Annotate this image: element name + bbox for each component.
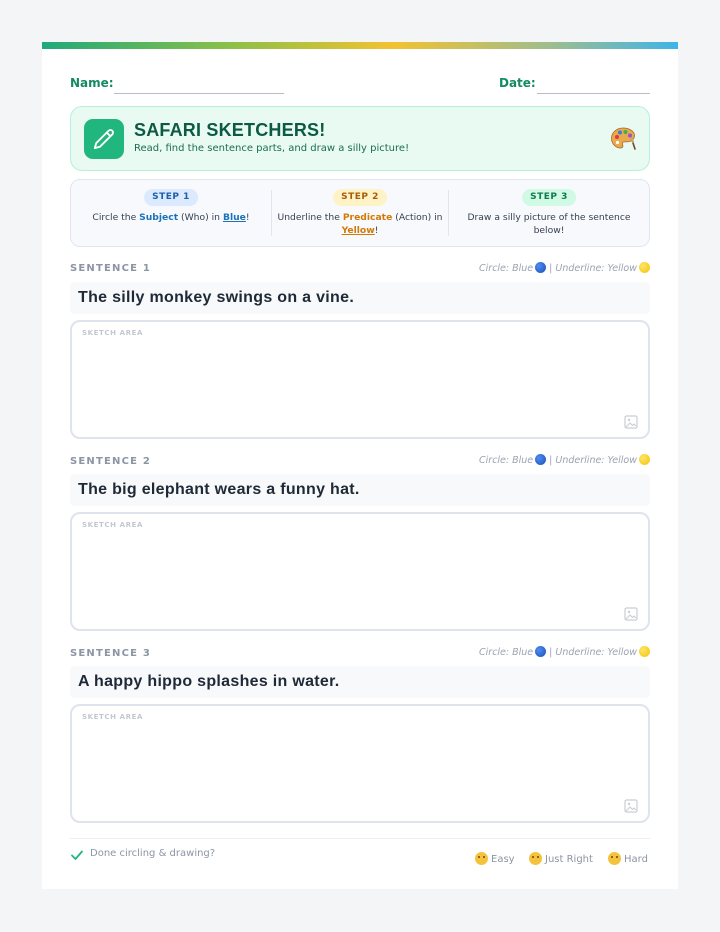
predicate-highlight: Predicate	[342, 212, 393, 223]
date-label: Date:	[499, 76, 536, 90]
sentence-3-hint: Circle: Blue | Underline: Yellow	[479, 646, 650, 658]
sketch-area-1[interactable]: SKETCH AREA	[70, 320, 650, 439]
step-2-badge: STEP 2	[333, 189, 387, 206]
step-2-text: Underline the Predicate (Action) in Yell…	[277, 212, 443, 236]
subject-highlight: Subject	[139, 212, 179, 223]
image-icon	[624, 799, 638, 813]
step-1-badge: STEP 1	[144, 189, 198, 206]
sentence-2-text[interactable]: The big elephant wears a funny hat.	[70, 474, 650, 506]
sketch-area-2[interactable]: SKETCH AREA	[70, 512, 650, 631]
checkmark-icon	[71, 850, 83, 860]
sketch-area-label: SKETCH AREA	[82, 521, 144, 529]
sentence-2-hint: Circle: Blue | Underline: Yellow	[479, 454, 650, 466]
yellow-circle-icon	[639, 454, 650, 465]
name-date-row: Name: Date:	[70, 75, 650, 97]
step-2: STEP 2 Underline the Predicate (Action) …	[272, 180, 448, 246]
sentence-3-label: SENTENCE 3	[70, 648, 152, 659]
rating-just-right[interactable]: Just Right	[529, 847, 593, 865]
sentence-2-label: SENTENCE 2	[70, 456, 152, 467]
sentence-1-text[interactable]: The silly monkey swings on a vine.	[70, 282, 650, 314]
blue-circle-icon	[535, 454, 547, 465]
neutral-face-icon	[529, 852, 542, 865]
step-1: STEP 1 Circle the Subject (Who) in Blue!	[71, 180, 271, 246]
page-subtitle: Read, find the sentence parts, and draw …	[134, 143, 410, 154]
step-3: STEP 3 Draw a silly picture of the sente…	[449, 180, 649, 246]
date-field-line[interactable]	[537, 93, 650, 94]
top-gradient-bar	[42, 42, 678, 49]
name-label: Name:	[70, 76, 114, 90]
done-text: Done circling & drawing?	[90, 848, 216, 859]
sketch-area-3[interactable]: SKETCH AREA	[70, 704, 650, 823]
sentence-3-text[interactable]: A happy hippo splashes in water.	[70, 666, 650, 698]
title-banner: SAFARI SKETCHERS! Read, find the sentenc…	[70, 106, 650, 171]
sketch-area-label: SKETCH AREA	[82, 329, 144, 337]
artist-palette-icon	[611, 127, 636, 150]
blue-highlight: Blue	[222, 212, 246, 223]
sentence-1-hint: Circle: Blue | Underline: Yellow	[479, 262, 650, 274]
blue-circle-icon	[535, 262, 547, 273]
page-title: SAFARI SKETCHERS!	[134, 120, 326, 140]
name-field-line[interactable]	[114, 93, 284, 94]
pencil-icon	[84, 119, 124, 159]
step-3-badge: STEP 3	[522, 189, 576, 206]
image-icon	[624, 607, 638, 621]
instructions-panel: STEP 1 Circle the Subject (Who) in Blue!…	[70, 179, 650, 247]
blue-circle-icon	[535, 646, 547, 657]
footer-divider	[70, 838, 650, 839]
image-icon	[624, 415, 638, 429]
worksheet: Name: Date: SAFARI SKETCHERS! Read, find…	[42, 42, 678, 889]
step-3-text: Draw a silly picture of the sentence bel…	[467, 212, 631, 236]
step-1-text: Circle the Subject (Who) in Blue!	[92, 212, 250, 223]
smiling-face-icon	[475, 852, 488, 865]
rating-easy[interactable]: Easy	[475, 847, 515, 865]
sentence-1-label: SENTENCE 1	[70, 263, 152, 274]
tired-face-icon	[608, 852, 621, 865]
yellow-circle-icon	[639, 646, 650, 657]
rating-hard[interactable]: Hard	[608, 847, 648, 865]
yellow-highlight: Yellow	[341, 225, 375, 236]
sketch-area-label: SKETCH AREA	[82, 713, 144, 721]
yellow-circle-icon	[639, 262, 650, 273]
